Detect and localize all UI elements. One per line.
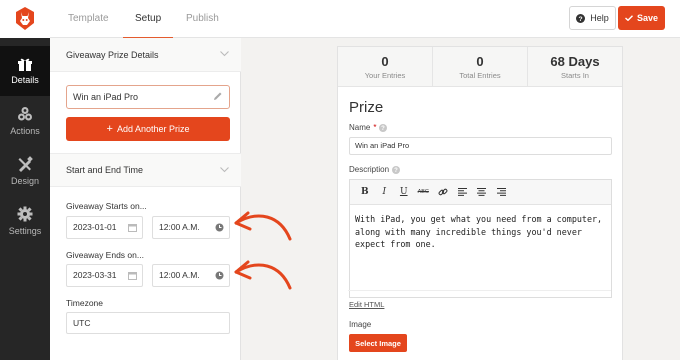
align-right-button[interactable]	[492, 182, 512, 202]
underline-button[interactable]: U	[394, 182, 414, 202]
plus-icon: +	[106, 123, 113, 135]
description-label-text: Description	[349, 165, 390, 174]
help-icon[interactable]: ?	[392, 165, 401, 174]
italic-button[interactable]: I	[375, 182, 395, 202]
start-time-input[interactable]: 12:00 A.M.	[152, 216, 230, 239]
start-date-value: 2023-01-01	[73, 222, 117, 232]
editor-toolbar: B I U ABC	[350, 180, 611, 205]
description-text[interactable]: With iPad, you get what you need from a …	[350, 205, 611, 259]
nav-design[interactable]: Design	[0, 146, 50, 196]
annotation-arrow-end	[234, 260, 292, 290]
timezone-label: Timezone	[66, 298, 104, 308]
image-field-label: Image	[349, 320, 371, 329]
tab-template[interactable]: Template	[68, 0, 109, 38]
chevron-down-icon	[220, 167, 229, 173]
start-time-value: 12:00 A.M.	[159, 222, 200, 232]
end-time-input[interactable]: 12:00 A.M.	[152, 264, 230, 287]
gear-icon	[17, 206, 33, 222]
prize-heading: Prize	[349, 99, 384, 116]
editor-resize-handle[interactable]	[348, 290, 611, 297]
tab-setup[interactable]: Setup	[122, 0, 174, 39]
link-icon	[438, 188, 448, 196]
nav-settings-label: Settings	[8, 226, 42, 236]
giveaway-preview-card: 0 Your Entries 0 Total Entries 68 Days S…	[337, 46, 623, 360]
name-field-label: Name * ?	[349, 123, 388, 132]
chevron-down-icon	[220, 51, 229, 57]
prize-name-field[interactable]: Win an iPad Pro	[349, 137, 612, 155]
nav-actions-label: Actions	[10, 126, 40, 136]
align-center-button[interactable]	[472, 182, 492, 202]
name-label-text: Name	[349, 123, 371, 132]
nav-settings[interactable]: Settings	[0, 196, 50, 246]
prize-name-value: Win an iPad Pro	[73, 92, 139, 102]
starts-label: Giveaway Starts on...	[66, 201, 147, 211]
timezone-select[interactable]: UTC	[66, 312, 230, 334]
description-editor[interactable]: B I U ABC With iPad, you get what you ne…	[348, 179, 612, 298]
svg-text:?: ?	[394, 168, 398, 174]
prize-section-header[interactable]: Giveaway Prize Details	[50, 38, 241, 72]
stat-caption: Your Entries	[364, 71, 406, 80]
pencil-icon[interactable]	[213, 91, 223, 101]
save-label: Save	[636, 13, 659, 23]
rafflepress-logo	[0, 0, 50, 38]
strikethrough-button[interactable]: ABC	[414, 182, 434, 202]
link-button[interactable]	[433, 182, 453, 202]
save-button[interactable]: Save	[618, 6, 665, 30]
logo-icon	[16, 7, 34, 30]
annotation-arrow-start	[234, 211, 292, 241]
help-icon[interactable]: ?	[379, 123, 388, 132]
calendar-icon	[128, 224, 137, 232]
ends-label: Giveaway Ends on...	[66, 250, 144, 260]
actions-icon	[18, 107, 32, 121]
svg-text:?: ?	[579, 16, 583, 23]
end-date-input[interactable]: 2023-03-31	[66, 264, 143, 287]
nav-details[interactable]: Details	[0, 46, 50, 96]
gift-icon	[18, 58, 32, 71]
select-image-button[interactable]: Select Image	[349, 334, 407, 352]
nav-details-label: Details	[11, 75, 39, 85]
help-icon: ?	[576, 13, 586, 23]
stat-value: 68 Days	[550, 54, 600, 69]
stat-value: 0	[476, 54, 484, 69]
add-prize-label: Add Another Prize	[116, 124, 190, 134]
timezone-value: UTC	[73, 318, 91, 328]
help-button[interactable]: ? Help	[569, 6, 616, 30]
end-time-value: 12:00 A.M.	[159, 270, 200, 280]
align-right-icon	[496, 188, 506, 196]
stat-caption: Starts In	[561, 71, 589, 80]
image-label-text: Image	[349, 320, 372, 329]
time-section-title: Start and End Time	[66, 165, 144, 175]
entry-stats: 0 Your Entries 0 Total Entries 68 Days S…	[338, 47, 622, 87]
align-center-icon	[477, 188, 487, 196]
prize-section-title: Giveaway Prize Details	[66, 49, 159, 60]
stat-starts-in: 68 Days Starts In	[528, 47, 622, 86]
align-left-icon	[457, 188, 467, 196]
end-date-value: 2023-03-31	[73, 270, 117, 280]
start-date-input[interactable]: 2023-01-01	[66, 216, 143, 239]
required-marker: *	[373, 123, 377, 132]
add-another-prize-button[interactable]: + Add Another Prize	[66, 117, 230, 141]
check-icon	[625, 15, 633, 21]
stat-total-entries: 0 Total Entries	[433, 47, 528, 86]
calendar-icon	[128, 272, 137, 280]
tab-publish[interactable]: Publish	[186, 0, 219, 38]
prize-name-input[interactable]: Win an iPad Pro	[66, 85, 230, 109]
settings-panel: Giveaway Prize Details Win an iPad Pro +…	[50, 38, 241, 360]
nav-design-label: Design	[10, 176, 39, 186]
stat-value: 0	[381, 54, 389, 69]
top-bar: Template Setup Publish ? Help Save	[50, 0, 680, 39]
help-label: Help	[590, 13, 609, 23]
nav-actions[interactable]: Actions	[0, 96, 50, 146]
design-icon	[18, 156, 33, 172]
align-left-button[interactable]	[453, 182, 473, 202]
prize-name-text: Win an iPad Pro	[355, 141, 410, 150]
stat-your-entries: 0 Your Entries	[338, 47, 433, 86]
edit-html-link[interactable]: Edit HTML	[349, 300, 384, 309]
stat-caption: Total Entries	[459, 71, 501, 80]
left-nav: Details Actions Design Settings	[0, 0, 50, 360]
description-field-label: Description ?	[349, 165, 401, 174]
bold-button[interactable]: B	[355, 182, 375, 202]
svg-text:?: ?	[382, 126, 386, 132]
time-section-header[interactable]: Start and End Time	[50, 153, 241, 187]
